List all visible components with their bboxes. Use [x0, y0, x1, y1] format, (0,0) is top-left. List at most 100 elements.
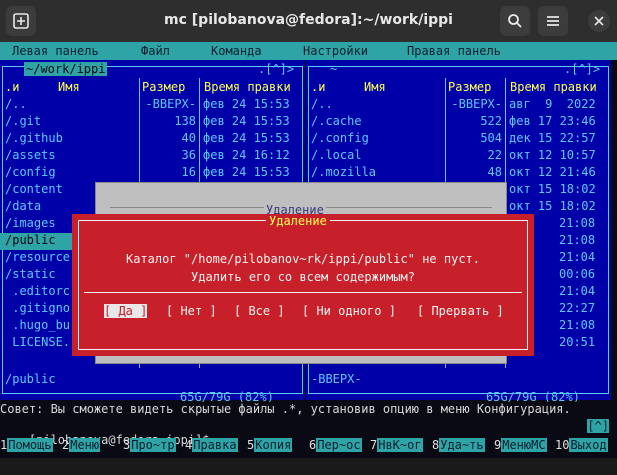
file-name: /.. — [5, 97, 27, 111]
file-size: 16 — [181, 165, 196, 179]
file-row[interactable]: /.github 40 фев 24 15:53 — [0, 131, 305, 148]
file-name: LICENSE. — [5, 335, 71, 349]
close-button[interactable] — [588, 10, 610, 32]
terminal-area: Левая панель Файл Команда Настройки Прав… — [0, 42, 617, 458]
close-icon — [594, 16, 604, 26]
file-name: /public — [5, 233, 56, 247]
file-name: /.. — [311, 97, 333, 111]
menu-right-panel[interactable]: Правая панель — [407, 44, 501, 58]
fkey-4[interactable]: 4Правка — [185, 438, 238, 454]
file-size: 36 — [181, 148, 196, 162]
all-button[interactable]: [ Все ] — [234, 304, 285, 318]
dialog-frame — [78, 220, 528, 350]
file-name: /assets — [5, 148, 56, 162]
file-time: авг 9 2022 — [509, 97, 596, 111]
file-size: 48 — [487, 165, 502, 179]
file-time: окт 12 21:46 — [509, 165, 596, 179]
fkey-label: Про~тр — [130, 438, 176, 452]
left-col-name[interactable]: Имя — [58, 80, 80, 94]
file-time: окт 15 18:02 — [509, 199, 596, 213]
file-time: 22:27 — [559, 301, 596, 315]
menu-settings[interactable]: Настройки — [303, 44, 368, 58]
file-size: -ВВЕРХ- — [451, 97, 502, 111]
right-col-name[interactable]: Имя — [364, 80, 386, 94]
menu-command[interactable]: Команда — [211, 44, 262, 58]
file-name: /.local — [311, 148, 362, 162]
search-icon — [508, 14, 522, 28]
file-size: -ВВЕРХ- — [145, 97, 196, 111]
search-button[interactable] — [500, 6, 530, 36]
fkey-9[interactable]: 9МенюMC — [494, 438, 547, 454]
left-panel-corner[interactable]: .[^]> — [258, 62, 294, 76]
left-sort-indicator[interactable]: .и — [5, 80, 19, 94]
file-name: .editorc — [5, 284, 71, 298]
hint-line: Совет: Вы сможете видеть скрытые файлы .… — [0, 402, 617, 420]
file-time: 21:04 — [559, 284, 596, 298]
abort-button[interactable]: [ Прервать ] — [417, 304, 504, 318]
file-size: 522 — [480, 114, 502, 128]
file-time: фев 24 15:53 — [203, 97, 290, 111]
none-button[interactable]: [ Ни одного ] — [302, 304, 396, 318]
fkey-label: Копия — [254, 438, 293, 452]
fkey-2[interactable]: 2Меню — [62, 438, 101, 454]
fkey-6[interactable]: 6Пер~ос — [309, 438, 362, 454]
window-titlebar: mc [pilobanova@fedora]:~/work/ippi — [0, 0, 617, 42]
file-row[interactable]: /.cache 522 фев 17 23:46 — [306, 114, 611, 131]
file-name: /images — [5, 216, 56, 230]
fkey-number: 10 — [555, 438, 570, 452]
file-time: 21:08 — [559, 216, 596, 230]
delete-confirm-dialog: Удаление Каталог "/home/pilobanov~rk/ipp… — [72, 214, 534, 356]
file-time: дек 15 22:57 — [509, 131, 596, 145]
dialog-message-line1: Каталог "/home/pilobanov~rk/ippi/public"… — [125, 252, 480, 266]
right-panel-path[interactable]: ~ — [330, 62, 337, 76]
right-panel-corner[interactable]: .[^]> — [564, 62, 600, 76]
file-row[interactable]: /.mozilla 48 окт 12 21:46 — [306, 165, 611, 182]
file-row[interactable]: /.config 504 дек 15 22:57 — [306, 131, 611, 148]
main-menu-button[interactable] — [538, 6, 568, 36]
fkey-label: Выход — [569, 438, 608, 452]
left-col-size[interactable]: Размер — [142, 80, 185, 94]
fkey-label: Меню — [69, 438, 101, 452]
menu-file[interactable]: Файл — [141, 44, 170, 58]
fkey-5[interactable]: 5Копия — [247, 438, 293, 454]
file-time: 20:51 — [559, 335, 596, 349]
file-time: 21:08 — [559, 233, 596, 247]
file-row[interactable]: /assets 36 фев 24 16:12 — [0, 148, 305, 165]
file-time: фев 17 23:46 — [509, 114, 596, 128]
file-name: /config — [5, 165, 56, 179]
file-size: 504 — [480, 131, 502, 145]
yes-button[interactable]: [ Да ] — [104, 304, 148, 318]
file-row[interactable]: /.. -ВВЕРХ-фев 24 15:53 — [0, 97, 305, 114]
file-name: /.mozilla — [311, 165, 377, 179]
file-size: 138 — [174, 114, 196, 128]
fkey-3[interactable]: 3Про~тр — [123, 438, 176, 454]
file-row[interactable]: /.local 22 окт 12 10:57 — [306, 148, 611, 165]
fkey-1[interactable]: 1Помощь — [0, 438, 53, 454]
right-col-size[interactable]: Размер — [448, 80, 491, 94]
no-button[interactable]: [ Нет ] — [166, 304, 217, 318]
prompt-corner[interactable]: [^] — [587, 419, 609, 433]
file-row[interactable]: /.. -ВВЕРХ-авг 9 2022 — [306, 97, 611, 114]
command-line[interactable]: [pilobanova@fedora ippi]$ [^] — [0, 419, 617, 447]
right-col-time[interactable]: Время правки — [510, 80, 597, 94]
hamburger-icon — [547, 16, 559, 26]
left-panel-path[interactable]: ~/work/ippi — [24, 62, 108, 76]
file-name: /.cache — [311, 114, 362, 128]
function-key-bar: 1Помощь 2Меню 3Про~тр 4Правка 5Копия 6Пер~ос 7… — [0, 436, 617, 458]
menu-left-panel[interactable]: Левая панель — [12, 44, 99, 58]
fkey-10[interactable]: 10Выход — [555, 438, 608, 454]
fkey-label: Помощь — [7, 438, 53, 452]
file-row[interactable]: /config 16 фев 24 15:53 — [0, 165, 305, 182]
left-panel-header: .и Имя Размер Время правки — [0, 80, 305, 97]
file-name: /data — [5, 199, 42, 213]
file-time: окт 15 18:02 — [509, 182, 596, 196]
fkey-label: МенюMC — [501, 438, 547, 452]
dialog-message-line2: Удалить его со всем содержимым? — [191, 270, 415, 284]
file-time: окт 12 10:57 — [509, 148, 596, 162]
left-col-time[interactable]: Время правки — [204, 80, 291, 94]
file-time: 00:06 — [559, 267, 596, 281]
file-row[interactable]: /.git 138 фев 24 15:53 — [0, 114, 305, 131]
fkey-7[interactable]: 7НвК~ог — [370, 438, 423, 454]
fkey-8[interactable]: 8Уда~ть — [432, 438, 485, 454]
right-sort-indicator[interactable]: .и — [311, 80, 325, 94]
